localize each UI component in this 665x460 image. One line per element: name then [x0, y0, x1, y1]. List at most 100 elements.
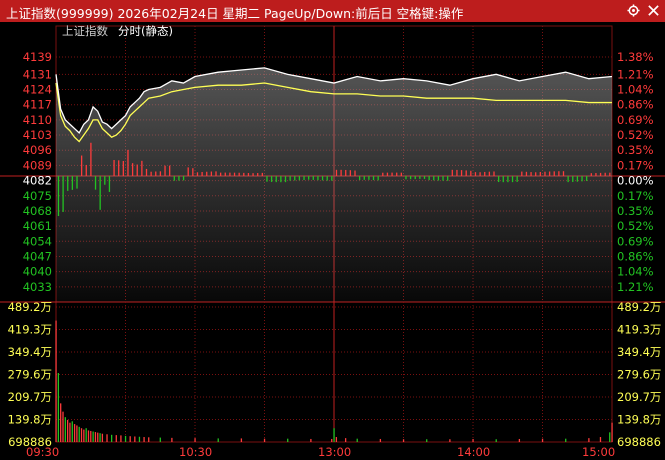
change-bar: [308, 176, 310, 180]
time-tick-label: 09:30: [26, 445, 59, 459]
change-bar: [544, 171, 546, 176]
change-bar: [372, 176, 375, 181]
volume-bar: [217, 438, 219, 442]
volume-bar: [111, 434, 113, 442]
price-tick-label: 4075: [23, 189, 52, 203]
percent-tick-label: 1.04%: [617, 265, 654, 279]
change-bar: [377, 176, 379, 181]
volume-bar: [57, 373, 60, 442]
volume-bar: [62, 411, 64, 442]
percent-tick-label: 0.17%: [617, 158, 654, 172]
change-bar: [201, 172, 203, 176]
change-bar: [599, 172, 602, 176]
volume-bar: [83, 429, 85, 442]
change-bar: [502, 176, 504, 183]
volume-bar: [344, 438, 347, 442]
change-bar: [155, 171, 157, 176]
change-bar: [108, 176, 111, 192]
change-bar: [76, 176, 78, 189]
change-bar: [391, 172, 393, 176]
volume-bar: [335, 437, 338, 442]
price-tick-label: 4040: [23, 265, 52, 279]
percent-tick-label: 1.38%: [617, 50, 654, 64]
volume-bar: [310, 438, 312, 442]
volume-bar: [55, 320, 57, 442]
change-bar: [581, 176, 583, 182]
volume-bar: [99, 433, 101, 442]
price-tick-label: 4139: [23, 50, 52, 64]
change-bar: [470, 170, 472, 176]
change-bar: [113, 160, 115, 176]
timeshare-chart: 上证指数 分时(静态) 4139 4131 41244117411041034096…: [0, 22, 665, 460]
percent-tick-label: 0.52%: [617, 128, 654, 142]
change-bar: [493, 171, 495, 176]
change-bar: [507, 176, 509, 183]
percent-tick-label: 0.69%: [617, 113, 654, 127]
change-bar: [609, 172, 611, 176]
volume-tick-label: 279.6万: [8, 368, 52, 382]
change-bar: [118, 160, 120, 176]
change-bar: [562, 171, 565, 176]
change-bar: [145, 168, 148, 176]
gear-icon[interactable]: [627, 4, 640, 17]
volume-tick-label-right: 139.8万: [617, 413, 661, 427]
time-tick-label: 13:00: [318, 445, 351, 459]
volume-bar: [64, 417, 66, 442]
change-bar: [525, 171, 528, 176]
volume-tick-label: 139.8万: [8, 413, 52, 427]
change-bar: [178, 176, 180, 181]
change-bar: [465, 170, 467, 176]
volume-tick-label: 489.2万: [8, 300, 52, 314]
price-tick-label: 4068: [23, 204, 52, 218]
change-bar: [396, 172, 398, 176]
change-bar: [331, 176, 333, 181]
volume-bar: [80, 428, 83, 442]
volume-bar: [71, 421, 73, 442]
change-bar: [187, 167, 189, 176]
change-bar: [567, 176, 569, 183]
change-bar: [423, 176, 426, 179]
change-bar: [266, 176, 268, 182]
volume-bar: [263, 438, 266, 442]
percent-tick-label: 0.35%: [617, 143, 654, 157]
time-tick-label: 14:00: [457, 445, 490, 459]
index-label: 上证指数: [62, 24, 108, 38]
change-bar: [80, 155, 83, 176]
percent-tick-label: 0.35%: [617, 204, 654, 218]
change-bar: [321, 176, 324, 181]
volume-tick-label: 349.4万: [8, 345, 52, 359]
volume-tick-label-right: 209.7万: [617, 390, 661, 404]
change-bar: [57, 176, 60, 216]
change-bar: [460, 170, 463, 176]
change-bar: [479, 172, 481, 176]
change-bar: [345, 169, 347, 176]
change-bar: [159, 171, 162, 176]
volume-bar: [73, 424, 76, 442]
change-bar: [363, 176, 365, 180]
price-tick-label: 4047: [23, 249, 52, 263]
change-bar: [196, 172, 199, 176]
price-area-fill: [56, 67, 612, 302]
volume-bar: [78, 426, 80, 442]
change-bar: [169, 165, 171, 176]
change-bar: [289, 176, 291, 181]
time-tick-label: 15:00: [582, 445, 615, 459]
change-bar: [298, 176, 301, 181]
volume-tick-label-right: 419.3万: [617, 323, 661, 337]
percent-tick-label: 1.21%: [617, 67, 654, 81]
volume-tick-label: 419.3万: [8, 323, 52, 337]
change-bar: [206, 171, 208, 176]
close-icon[interactable]: [647, 4, 660, 17]
change-bar: [604, 172, 606, 176]
change-bar: [437, 176, 440, 181]
change-bar: [85, 164, 87, 176]
percent-tick-label: 1.04%: [617, 83, 654, 97]
volume-bar: [97, 432, 99, 442]
volume-bar: [120, 435, 122, 442]
volume-bar: [599, 437, 602, 442]
volume-bar: [333, 428, 335, 442]
mode-label[interactable]: 分时(静态): [118, 24, 173, 38]
change-bar: [280, 176, 282, 183]
change-bar: [447, 176, 449, 181]
change-bar: [451, 169, 453, 176]
